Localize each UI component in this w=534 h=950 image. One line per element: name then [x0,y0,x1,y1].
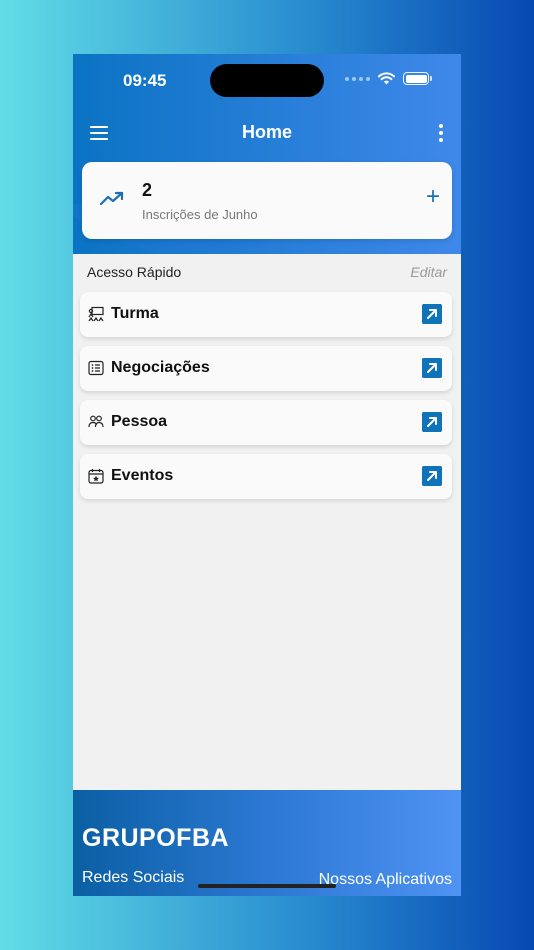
more-vertical-icon[interactable] [439,124,443,145]
classroom-icon [88,306,104,322]
signal-icon [345,76,370,81]
quick-access-label: Pessoa [111,413,168,430]
edit-button[interactable]: Editar [410,264,447,280]
quick-access-pessoa[interactable]: Pessoa [80,400,452,445]
home-indicator[interactable] [198,884,336,888]
enrollment-stat-card[interactable]: 2 Inscrições de Junho + [82,162,452,239]
stat-value: 2 [142,180,153,200]
quick-access-label: Eventos [111,467,174,484]
footer: GRUPOFBA Redes Sociais Nossos Aplicativo… [73,790,461,896]
open-arrow-icon[interactable] [422,304,442,324]
dynamic-island [210,64,324,97]
our-apps-link[interactable]: Nossos Aplicativos [319,871,452,889]
open-arrow-icon[interactable] [422,358,442,378]
quick-access-eventos[interactable]: Eventos [80,454,452,499]
quick-access-label: Negociações [111,359,210,376]
quick-access-negociacoes[interactable]: Negociações [80,346,452,391]
open-arrow-icon[interactable] [422,466,442,486]
section-title: Acesso Rápido [87,264,182,280]
status-time: 09:45 [123,71,167,90]
trending-up-icon [100,191,124,206]
wifi-icon [378,72,395,85]
battery-icon [403,72,432,85]
stat-label: Inscrições de Junho [142,207,258,222]
quick-access-turma[interactable]: Turma [80,292,452,337]
people-icon [88,415,104,428]
plus-icon[interactable]: + [426,185,440,209]
open-arrow-icon[interactable] [422,412,442,432]
footer-brand: GRUPOFBA [82,824,230,852]
calendar-star-icon [88,469,104,484]
status-icons [345,72,432,85]
phone-screen: 09:45 Home 2 Inscrições de Junho + Acess… [73,54,461,896]
page-title: Home [241,122,292,142]
list-icon [88,360,104,376]
social-links-link[interactable]: Redes Sociais [82,869,184,887]
quick-access-label: Turma [111,305,159,322]
